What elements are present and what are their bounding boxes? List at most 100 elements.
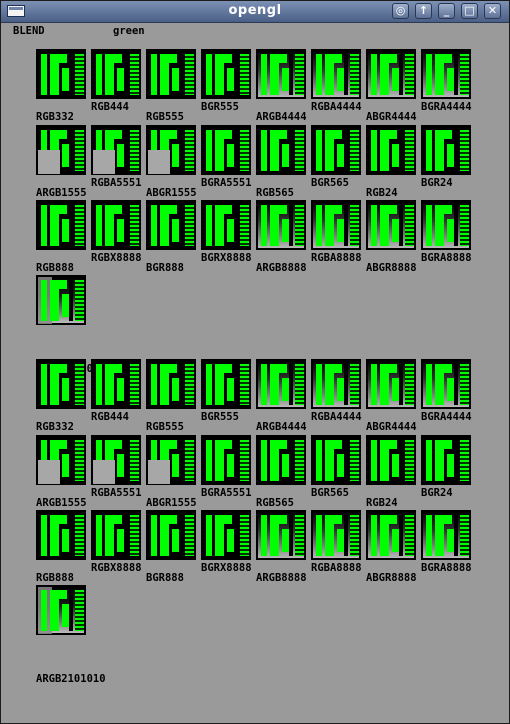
menu-button[interactable]: ◎ (392, 3, 409, 19)
format-label: RGB444 (91, 411, 129, 423)
always-on-top-button[interactable]: ↑ (415, 3, 432, 19)
format-thumbnail (421, 200, 471, 250)
format-thumbnail (256, 359, 306, 409)
format-label: ABGR8888 (366, 262, 417, 274)
format-thumbnail (36, 585, 86, 635)
format-label: ARGB4444 (256, 111, 307, 123)
format-label: BGRA4444 (421, 411, 472, 423)
format-label: ABGR4444 (366, 421, 417, 433)
format-label: ARGB4444 (256, 421, 307, 433)
minimize-button[interactable]: _ (438, 3, 455, 19)
format-label: ARGB1555 (36, 187, 87, 199)
format-label: BGRA5551 (201, 487, 252, 499)
format-label: BGR888 (146, 262, 184, 274)
format-thumbnail (421, 359, 471, 409)
format-thumbnail (91, 435, 141, 485)
format-thumbnail (36, 359, 86, 409)
format-label: BGR565 (311, 177, 349, 189)
format-thumbnail (421, 125, 471, 175)
format-thumbnail (36, 125, 86, 175)
format-thumbnail (366, 200, 416, 250)
format-label: BGRA4444 (421, 101, 472, 113)
format-label: ARGB8888 (256, 572, 307, 584)
format-thumbnail (91, 510, 141, 560)
color-label: green (113, 25, 145, 37)
format-label: BGR24 (421, 177, 453, 189)
format-label: RGB888 (36, 262, 74, 274)
format-label: RGB24 (366, 497, 398, 509)
format-thumbnail (366, 125, 416, 175)
format-label: ABGR1555 (146, 497, 197, 509)
format-label: RGB555 (146, 421, 184, 433)
format-label: RGBA4444 (311, 411, 362, 423)
format-label: RGBA8888 (311, 252, 362, 264)
format-thumbnail (146, 49, 196, 99)
format-thumbnail (91, 200, 141, 250)
format-label: RGB888 (36, 572, 74, 584)
format-thumbnail (256, 125, 306, 175)
format-label: BGR565 (311, 487, 349, 499)
format-label: RGBA5551 (91, 177, 142, 189)
format-label: RGB565 (256, 187, 294, 199)
format-label: BGR888 (146, 572, 184, 584)
format-label: ABGR8888 (366, 572, 417, 584)
format-thumbnail (36, 435, 86, 485)
format-thumbnail (146, 125, 196, 175)
format-label: BGRA5551 (201, 177, 252, 189)
format-thumbnail (146, 435, 196, 485)
format-thumbnail (311, 49, 361, 99)
format-label: BGR555 (201, 101, 239, 113)
format-thumbnail (421, 435, 471, 485)
format-thumbnail (201, 510, 251, 560)
format-thumbnail (91, 49, 141, 99)
format-thumbnail (366, 510, 416, 560)
format-thumbnail (201, 125, 251, 175)
format-label: ARGB1555 (36, 497, 87, 509)
format-label: RGB444 (91, 101, 129, 113)
format-label: RGB555 (146, 111, 184, 123)
format-label: RGBX8888 (91, 562, 142, 574)
format-label: BGR24 (421, 487, 453, 499)
format-thumbnail (146, 200, 196, 250)
window-title: opengl (228, 3, 282, 18)
format-thumbnail (201, 359, 251, 409)
format-thumbnail (201, 200, 251, 250)
format-label: BGRX8888 (201, 252, 252, 264)
blend-mode-label: BLEND (13, 25, 45, 37)
format-thumbnail (36, 49, 86, 99)
format-label: BGRA8888 (421, 252, 472, 264)
maximize-button[interactable]: □ (461, 3, 478, 19)
format-thumbnail (256, 200, 306, 250)
format-label: ARGB8888 (256, 262, 307, 274)
format-label: ABGR1555 (146, 187, 197, 199)
format-thumbnail (36, 275, 86, 325)
format-thumbnail (91, 359, 141, 409)
format-thumbnail (366, 359, 416, 409)
format-thumbnail (366, 49, 416, 99)
format-thumbnail (146, 510, 196, 560)
format-thumbnail (36, 200, 86, 250)
format-thumbnail (36, 510, 86, 560)
format-label: RGBX8888 (91, 252, 142, 264)
format-label: RGB565 (256, 497, 294, 509)
format-thumbnail (311, 359, 361, 409)
format-thumbnail (421, 49, 471, 99)
format-thumbnail (256, 49, 306, 99)
format-thumbnail (146, 359, 196, 409)
format-label: BGRX8888 (201, 562, 252, 574)
format-thumbnail (366, 435, 416, 485)
format-thumbnail (311, 435, 361, 485)
format-thumbnail (311, 125, 361, 175)
format-label: ARGB2101010 (36, 673, 106, 685)
format-label: RGB24 (366, 187, 398, 199)
format-label: RGB332 (36, 111, 74, 123)
format-label: BGRA8888 (421, 562, 472, 574)
format-thumbnail (201, 435, 251, 485)
close-button[interactable]: ✕ (484, 3, 501, 19)
format-thumbnail (421, 510, 471, 560)
format-thumbnail (201, 49, 251, 99)
title-bar[interactable]: opengl ◎ ↑ _ □ ✕ (1, 1, 509, 23)
format-label: ABGR4444 (366, 111, 417, 123)
format-label: RGBA4444 (311, 101, 362, 113)
format-label: RGBA5551 (91, 487, 142, 499)
